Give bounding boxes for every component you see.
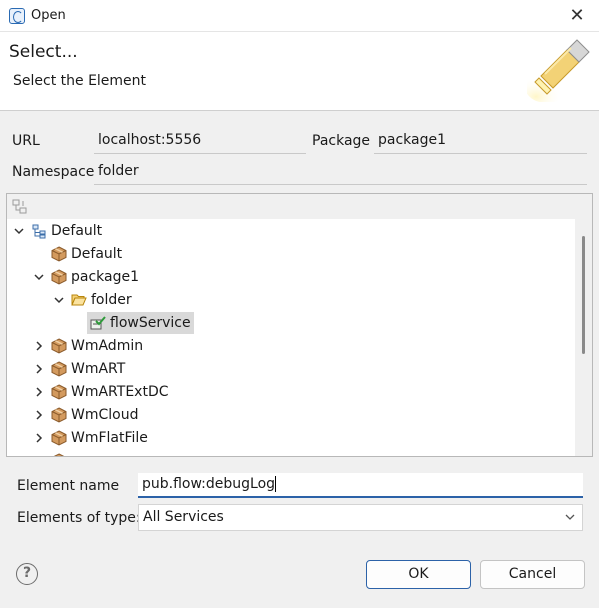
- package-icon: [53, 453, 65, 456]
- cancel-button[interactable]: Cancel: [480, 560, 585, 589]
- namespace-field: folder: [94, 160, 587, 185]
- element-name-value: pub.flow:debugLog: [142, 476, 276, 492]
- tree-node-label: flowService: [110, 315, 191, 331]
- tree-node-wmadmin[interactable]: WmAdmin: [31, 335, 143, 357]
- element-name-input[interactable]: pub.flow:debugLog: [138, 473, 583, 498]
- tree-scrollbar[interactable]: [575, 219, 592, 456]
- ok-button[interactable]: OK: [366, 560, 471, 589]
- package-icon: [51, 384, 67, 400]
- package-field: package1: [374, 129, 587, 154]
- url-field: localhost:5556: [94, 129, 306, 154]
- chevron-right-icon[interactable]: [31, 430, 47, 446]
- tree-node-wmflatfile[interactable]: WmFlatFile: [31, 427, 148, 449]
- tree-node-label: WmFlatFile: [71, 430, 148, 446]
- element-type-label: Elements of type:: [17, 510, 141, 526]
- package-icon: [51, 361, 67, 377]
- element-tree: Default Default package1 folder flowServ…: [6, 193, 593, 457]
- tree-node-wmartextdc[interactable]: WmARTExtDC: [31, 381, 169, 403]
- tree-node-label: folder: [91, 292, 132, 308]
- banner-message: Select the Element: [13, 73, 147, 89]
- server-icon: [32, 224, 46, 239]
- tree-node-label: WmARTExtDC: [71, 384, 169, 400]
- flow-service-icon: [90, 316, 106, 330]
- element-type-value: All Services: [143, 509, 224, 525]
- scrollbar-thumb[interactable]: [582, 236, 585, 354]
- app-icon: [9, 8, 25, 24]
- package-icon: [51, 407, 67, 423]
- tree-node-label: package1: [71, 269, 140, 285]
- tree-node-label: WmCloud: [71, 407, 139, 423]
- title-bar: Open ✕: [0, 0, 599, 32]
- tree-node-partial: [31, 450, 71, 456]
- close-icon[interactable]: ✕: [563, 2, 591, 30]
- chevron-down-icon[interactable]: [31, 269, 47, 285]
- tree-pane: Default Default package1 folder flowServ…: [7, 219, 577, 456]
- tree-node-wmcloud[interactable]: WmCloud: [31, 404, 138, 426]
- element-type-select[interactable]: All Services: [138, 504, 583, 531]
- package-icon: [51, 269, 67, 285]
- package-icon: [51, 246, 67, 262]
- tree-node-wmart[interactable]: WmART: [31, 358, 125, 380]
- chevron-right-icon[interactable]: [31, 361, 47, 377]
- package-icon: [51, 430, 67, 446]
- chevron-right-icon[interactable]: [31, 407, 47, 423]
- tree-node-label: Default: [71, 246, 123, 262]
- window-title: Open: [31, 8, 66, 23]
- folder-open-icon: [71, 294, 87, 306]
- package-label: Package: [312, 133, 371, 149]
- package-icon: [51, 338, 67, 354]
- tree-node-default-server[interactable]: Default: [11, 220, 102, 242]
- dialog-banner: Select... Select the Element: [0, 32, 599, 111]
- collapse-all-icon[interactable]: [12, 199, 28, 215]
- tree-node-label: Default: [51, 223, 103, 239]
- chevron-down-icon[interactable]: [51, 292, 67, 308]
- element-name-label: Element name: [17, 478, 120, 494]
- chevron-right-icon[interactable]: [31, 384, 47, 400]
- tree-node-flowservice[interactable]: flowService: [87, 312, 194, 334]
- url-label: URL: [12, 133, 40, 149]
- tree-node-package-default[interactable]: Default: [31, 243, 122, 265]
- chevron-down-icon: [565, 514, 575, 520]
- tree-node-folder[interactable]: folder: [51, 289, 132, 311]
- chevron-right-icon[interactable]: [31, 338, 47, 354]
- tree-node-package1[interactable]: package1: [31, 266, 139, 288]
- banner-title: Select...: [9, 42, 78, 62]
- tree-node-label: WmART: [71, 361, 126, 377]
- help-button[interactable]: ?: [16, 563, 38, 585]
- tree-node-label: WmAdmin: [71, 338, 144, 354]
- flashlight-icon: [527, 39, 590, 102]
- namespace-label: Namespace: [12, 164, 95, 180]
- chevron-down-icon[interactable]: [11, 223, 27, 239]
- text-caret: [275, 476, 277, 492]
